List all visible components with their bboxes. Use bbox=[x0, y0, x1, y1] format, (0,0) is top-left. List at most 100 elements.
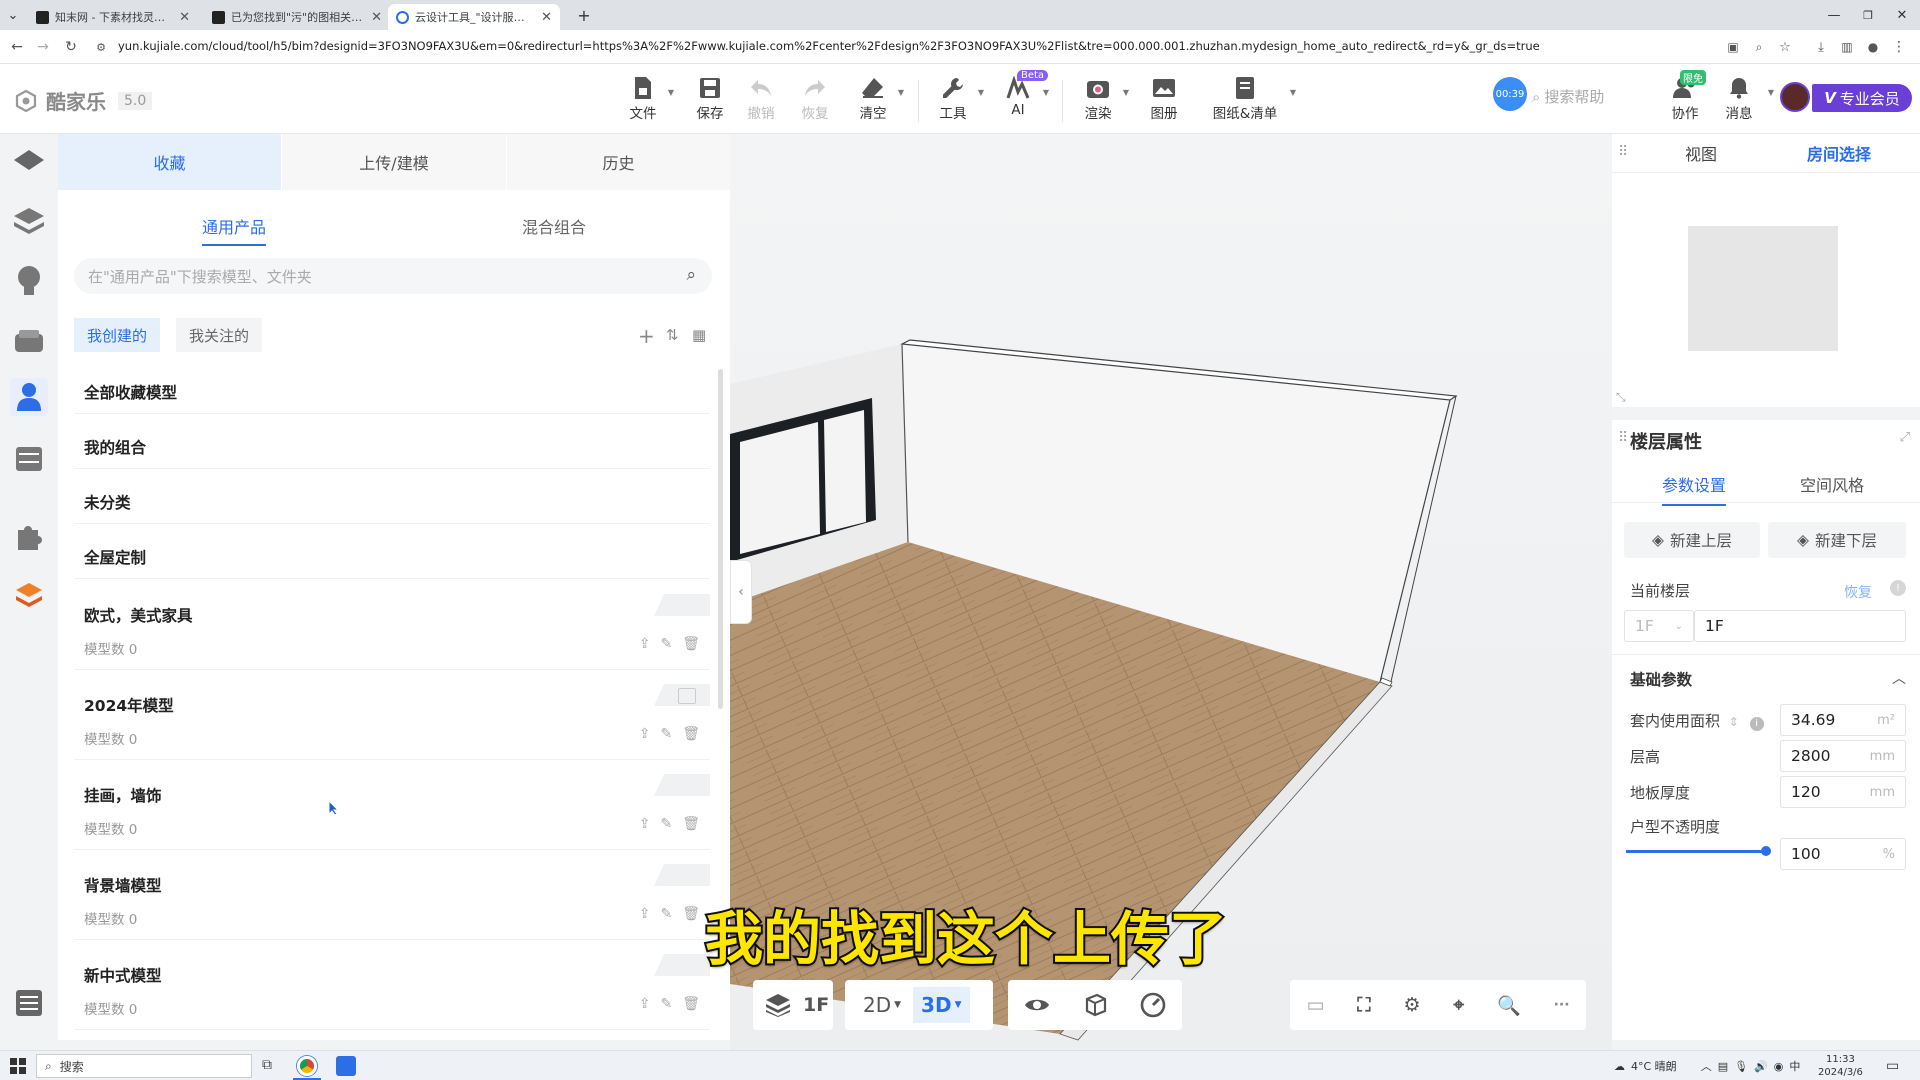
weather-icon[interactable]: ☁ bbox=[1614, 1060, 1625, 1073]
new-upper-floor-button[interactable]: ◈ 新建上层 bbox=[1624, 522, 1760, 558]
subtab-mixed-combos[interactable]: 混合组合 bbox=[522, 214, 586, 238]
delete-icon[interactable]: 🗑 bbox=[682, 636, 700, 652]
plugin-icon[interactable] bbox=[10, 518, 48, 556]
opacity-input[interactable]: 100 % bbox=[1780, 838, 1906, 870]
search-icon[interactable]: ⌕ bbox=[686, 265, 696, 285]
volume-icon[interactable]: 🔊 bbox=[1754, 1060, 1768, 1073]
info-icon[interactable]: ! bbox=[1890, 580, 1906, 596]
folder-item[interactable]: 2024年模型 模型数 0 ⇪ ✎ 🗑 bbox=[74, 678, 710, 760]
list-item[interactable]: 未分类 bbox=[74, 478, 710, 524]
minimize-icon[interactable]: — bbox=[1816, 0, 1852, 30]
profile-icon[interactable]: ● bbox=[1862, 36, 1884, 58]
share-icon[interactable]: ⇪ bbox=[639, 726, 651, 742]
delete-icon[interactable]: 🗑 bbox=[682, 726, 700, 742]
delete-icon[interactable]: 🗑 bbox=[682, 996, 700, 1012]
share-icon[interactable]: ⇪ bbox=[639, 996, 651, 1012]
list-scrollbar[interactable] bbox=[718, 369, 723, 709]
folder-item[interactable]: 新中式模型 模型数 0 ⇪ ✎ 🗑 bbox=[74, 948, 710, 1030]
collaborate-button[interactable]: 协作 限免 bbox=[1660, 70, 1710, 128]
view-fit-icon[interactable]: ⛶ bbox=[1357, 994, 1370, 1016]
list-item[interactable]: 我的组合 bbox=[74, 423, 710, 469]
edit-icon[interactable]: ✎ bbox=[660, 636, 672, 652]
layers-icon[interactable] bbox=[10, 202, 48, 240]
browser-tab-3[interactable]: 云设计工具_"设计服务王一" ✕ bbox=[388, 4, 560, 30]
cabinet-icon[interactable] bbox=[10, 440, 48, 478]
model-search-input[interactable]: 在"通用产品"下搜索模型、文件夹 ⌕ bbox=[74, 258, 712, 294]
close-tab-icon[interactable]: ✕ bbox=[541, 10, 552, 25]
delete-icon[interactable]: 🗑 bbox=[682, 816, 700, 832]
install-app-icon[interactable]: ▣ bbox=[1722, 36, 1744, 58]
focus-icon[interactable]: ⌖ bbox=[1453, 994, 1464, 1016]
edit-icon[interactable]: ✎ bbox=[660, 906, 672, 922]
windows-start-icon[interactable] bbox=[10, 1058, 26, 1074]
my-collection-icon[interactable] bbox=[10, 378, 48, 416]
zoom-icon[interactable]: ⌕ bbox=[1748, 36, 1770, 58]
folder-item[interactable]: 背景墙模型 模型数 0 ⇪ ✎ 🗑 bbox=[74, 858, 710, 940]
toolbar-file-button[interactable]: 文件 ▼ bbox=[618, 74, 674, 128]
tab-history[interactable]: 历史 bbox=[507, 134, 730, 190]
taskbar-clock[interactable]: 11:33 2024/3/6 bbox=[1818, 1053, 1863, 1079]
edit-icon[interactable]: ✎ bbox=[660, 726, 672, 742]
restore-window-icon[interactable]: ❐ bbox=[1850, 0, 1886, 30]
ime-indicator[interactable]: 中 bbox=[1789, 1058, 1800, 1074]
close-tab-icon[interactable]: ✕ bbox=[179, 10, 190, 25]
vip-button[interactable]: V 专业会员 bbox=[1812, 84, 1912, 112]
param-area-input[interactable]: 34.69 m² bbox=[1780, 704, 1906, 736]
forward-icon[interactable]: → bbox=[32, 36, 54, 58]
tab-list-icon[interactable]: ⌄ bbox=[0, 0, 26, 30]
lightbulb-icon[interactable] bbox=[10, 262, 48, 300]
folder-item[interactable]: 欧式，美式家具 模型数 0 ⇪ ✎ 🗑 bbox=[74, 588, 710, 670]
new-tab-button[interactable]: + bbox=[566, 0, 602, 30]
bookmark-star-icon[interactable]: ☆ bbox=[1774, 36, 1796, 58]
toolbar-album-button[interactable]: 图册 bbox=[1139, 74, 1189, 128]
view-settings-icon[interactable]: ⚙ bbox=[1403, 994, 1420, 1016]
close-window-icon[interactable]: ✕ bbox=[1884, 0, 1920, 30]
expand-icon[interactable]: ⤢ bbox=[1900, 430, 1910, 445]
browser-tab-1[interactable]: 知末网 - 下素材找灵感看案例 ✕ bbox=[28, 4, 198, 30]
drag-handle-icon[interactable]: ⠿ bbox=[1618, 144, 1628, 160]
gauge-icon[interactable] bbox=[1140, 992, 1166, 1018]
zoom-inspect-icon[interactable]: 🔍 bbox=[1497, 994, 1521, 1017]
toolbar-clear-button[interactable]: 清空 ▼ bbox=[848, 74, 904, 128]
add-folder-icon[interactable]: + bbox=[638, 324, 655, 348]
download-icon[interactable]: ⤓ bbox=[1810, 36, 1832, 58]
panel-settings-icon[interactable] bbox=[10, 984, 48, 1022]
microphone-icon[interactable]: 🎙 bbox=[1734, 1060, 1748, 1073]
task-view-icon[interactable]: ⧉ bbox=[262, 1057, 272, 1073]
filter-followed[interactable]: 我关注的 bbox=[176, 318, 263, 352]
list-item[interactable]: 全部收藏模型 bbox=[74, 368, 710, 414]
toolbar-redo-button[interactable]: 恢复 bbox=[790, 74, 840, 128]
tray-arrow-icon[interactable]: ︿ bbox=[1701, 1058, 1712, 1074]
reload-icon[interactable]: ↻ bbox=[60, 36, 82, 58]
pinned-app-icon[interactable] bbox=[336, 1056, 356, 1076]
back-icon[interactable]: ← bbox=[6, 36, 28, 58]
drag-handle-icon[interactable]: ⠿ bbox=[1618, 430, 1628, 446]
opacity-slider-knob[interactable] bbox=[1761, 846, 1771, 856]
view-2d-button[interactable]: 2D ▼ bbox=[863, 993, 901, 1017]
floor-switch[interactable]: 1F bbox=[753, 980, 833, 1030]
resize-handle-icon[interactable]: ⤡ bbox=[1616, 390, 1626, 405]
floor-name-input[interactable]: 1F bbox=[1694, 610, 1906, 642]
folder-checkbox[interactable] bbox=[678, 688, 696, 704]
messages-button[interactable]: 消息 ▼ bbox=[1714, 74, 1774, 128]
network-icon[interactable]: ▤ bbox=[1718, 1060, 1728, 1073]
timer-badge[interactable]: 00:39 bbox=[1493, 77, 1527, 111]
list-item[interactable]: 全屋定制 bbox=[74, 533, 710, 579]
weather-text[interactable]: 4°C 晴朗 bbox=[1631, 1058, 1677, 1074]
new-lower-floor-button[interactable]: ◈ 新建下层 bbox=[1768, 522, 1906, 558]
sidepanel-icon[interactable]: ▥ bbox=[1836, 36, 1858, 58]
filter-created-by-me[interactable]: 我创建的 bbox=[74, 318, 161, 352]
floor-select[interactable]: 1F ⌄ bbox=[1624, 610, 1694, 642]
opacity-slider[interactable] bbox=[1626, 846, 1771, 856]
floorplan-icon[interactable] bbox=[10, 142, 48, 180]
minimap-thumbnail[interactable] bbox=[1688, 226, 1838, 351]
share-icon[interactable]: ⇪ bbox=[639, 906, 651, 922]
toolbar-save-button[interactable]: 保存 bbox=[685, 74, 735, 128]
toolbar-ai-button[interactable]: AI Beta ▼ bbox=[993, 70, 1049, 128]
browser-menu-icon[interactable]: ⋮ bbox=[1888, 36, 1910, 58]
cube-icon[interactable] bbox=[1083, 993, 1107, 1017]
edit-icon[interactable]: ✎ bbox=[660, 816, 672, 832]
grid-view-icon[interactable]: ▦ bbox=[692, 326, 706, 344]
info-icon[interactable]: i bbox=[1749, 717, 1764, 731]
notification-icon[interactable]: ▭ bbox=[1886, 1058, 1899, 1074]
